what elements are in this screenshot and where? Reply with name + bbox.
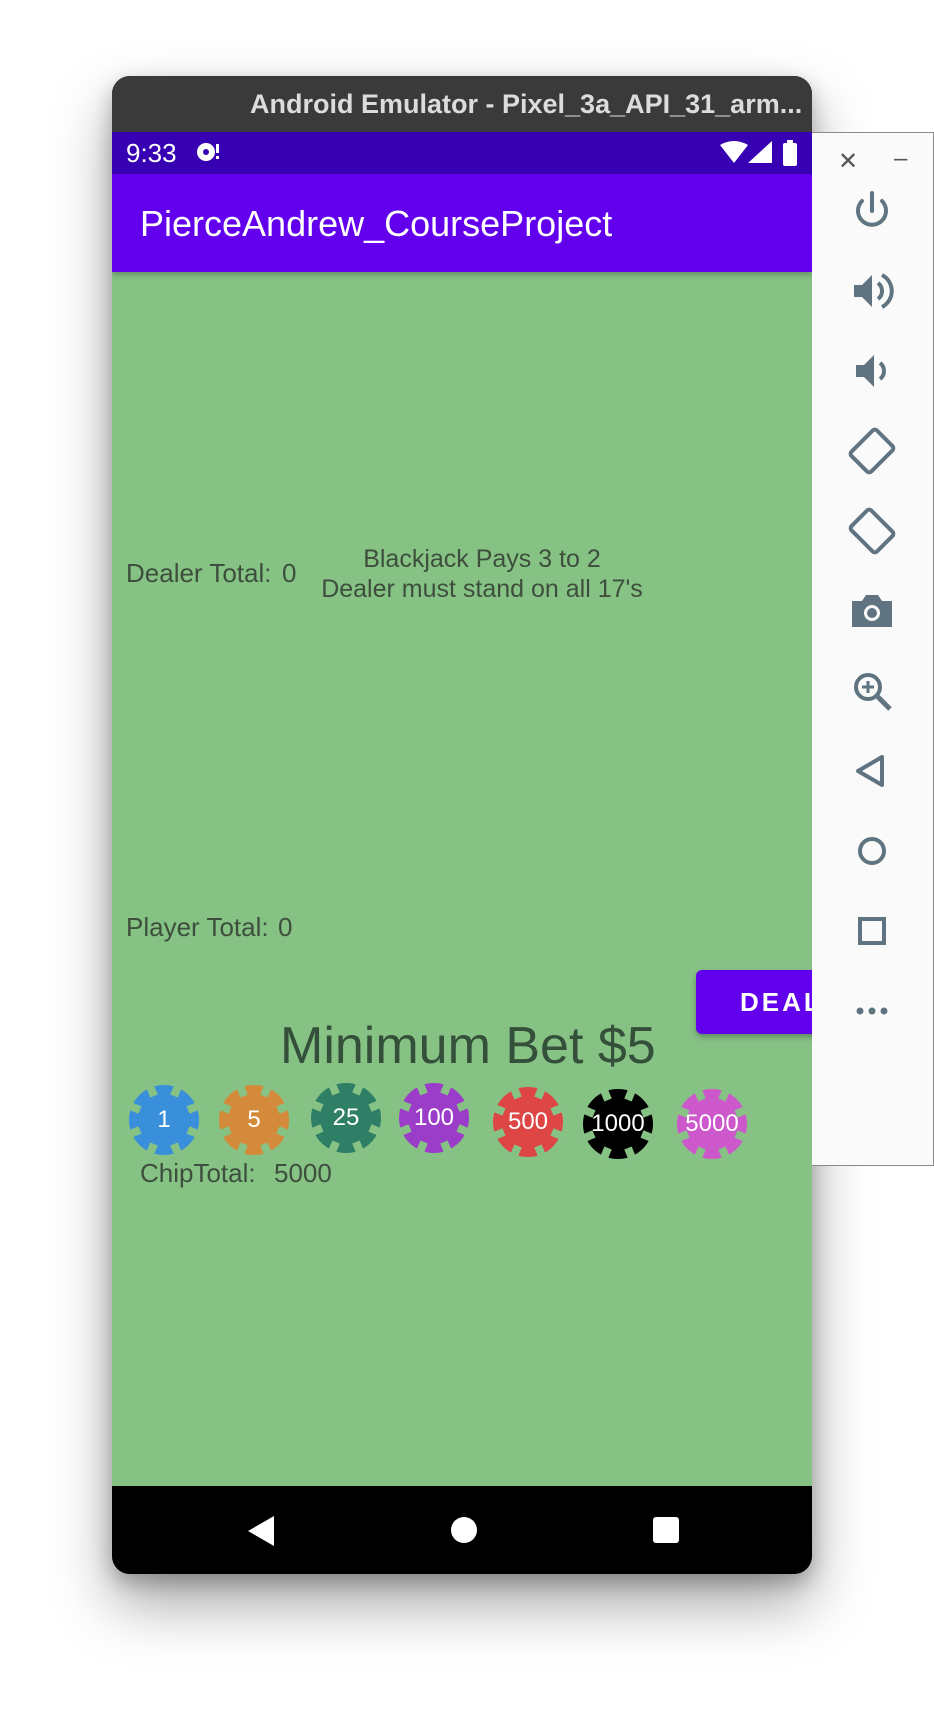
emulator-side-panel: ✕ – [812, 132, 934, 1166]
home-icon[interactable] [848, 827, 896, 875]
rules-line-2: Dealer must stand on all 17's [321, 575, 643, 603]
volume-down-icon[interactable] [848, 347, 896, 395]
signal-icon [748, 141, 772, 168]
chip-100[interactable]: 100 [396, 1080, 472, 1156]
camera-icon[interactable] [848, 587, 896, 635]
chip-total-value: 5000 [274, 1158, 332, 1188]
player-total-label: Player Total: [126, 912, 269, 942]
chip-1000[interactable]: 1000 [580, 1086, 656, 1162]
nav-back-icon[interactable] [248, 1516, 276, 1551]
close-icon[interactable]: ✕ [838, 147, 858, 176]
back-icon[interactable] [848, 747, 896, 795]
status-time: 9:33 [126, 138, 177, 168]
chip-1[interactable]: 1 [126, 1082, 202, 1158]
dealer-total-value: 0 [282, 558, 297, 588]
chip-label: 1000 [591, 1110, 645, 1137]
nav-bar [112, 1486, 812, 1574]
nav-recents-icon[interactable] [652, 1516, 680, 1549]
chip-label: 25 [332, 1104, 360, 1131]
window-title: Android Emulator - Pixel_3a_API_31_arm..… [112, 76, 812, 132]
chip-total-label: ChipTotal: [140, 1158, 256, 1188]
page: Android Emulator - Pixel_3a_API_31_arm..… [0, 0, 934, 1720]
power-icon[interactable] [848, 187, 896, 235]
notification-icon [196, 140, 222, 169]
app-title: PierceAndrew_CourseProject [140, 203, 613, 244]
nav-home-icon[interactable] [450, 1516, 478, 1549]
minimize-icon[interactable]: – [894, 145, 907, 173]
overview-icon[interactable] [848, 907, 896, 955]
game-table: Dealer Total: 0 Blackjack Pays 3 to 2 De… [112, 272, 812, 1562]
chip-5000[interactable]: 5000 [674, 1086, 750, 1162]
zoom-icon[interactable] [848, 667, 896, 715]
chip-label: 100 [413, 1104, 455, 1131]
chip-label: 5 [247, 1106, 261, 1133]
chip-5[interactable]: 5 [216, 1082, 292, 1158]
emulator-window: Android Emulator - Pixel_3a_API_31_arm..… [112, 76, 812, 1574]
app-bar: PierceAndrew_CourseProject [112, 174, 812, 272]
battery-icon [782, 140, 798, 171]
rules-text: Blackjack Pays 3 to 2 Dealer must stand … [302, 544, 662, 604]
chip-500[interactable]: 500 [490, 1084, 566, 1160]
rotate-right-icon[interactable] [848, 507, 896, 555]
wifi-icon [720, 141, 748, 168]
chip-label: 5000 [685, 1110, 739, 1137]
minimum-bet-text: Minimum Bet $5 [280, 1017, 656, 1075]
chip-label: 1 [157, 1106, 171, 1133]
status-bar: 9:33 [112, 132, 812, 174]
deal-button[interactable]: DEAL [696, 970, 812, 1034]
rules-line-1: Blackjack Pays 3 to 2 [363, 545, 601, 573]
chip-label: 500 [507, 1108, 549, 1135]
dealer-total-label: Dealer Total: [126, 558, 272, 588]
chip-25[interactable]: 25 [308, 1080, 384, 1156]
player-total-value: 0 [278, 912, 293, 942]
volume-up-icon[interactable] [848, 267, 896, 315]
rotate-left-icon[interactable] [848, 427, 896, 475]
more-icon[interactable] [848, 987, 896, 1035]
